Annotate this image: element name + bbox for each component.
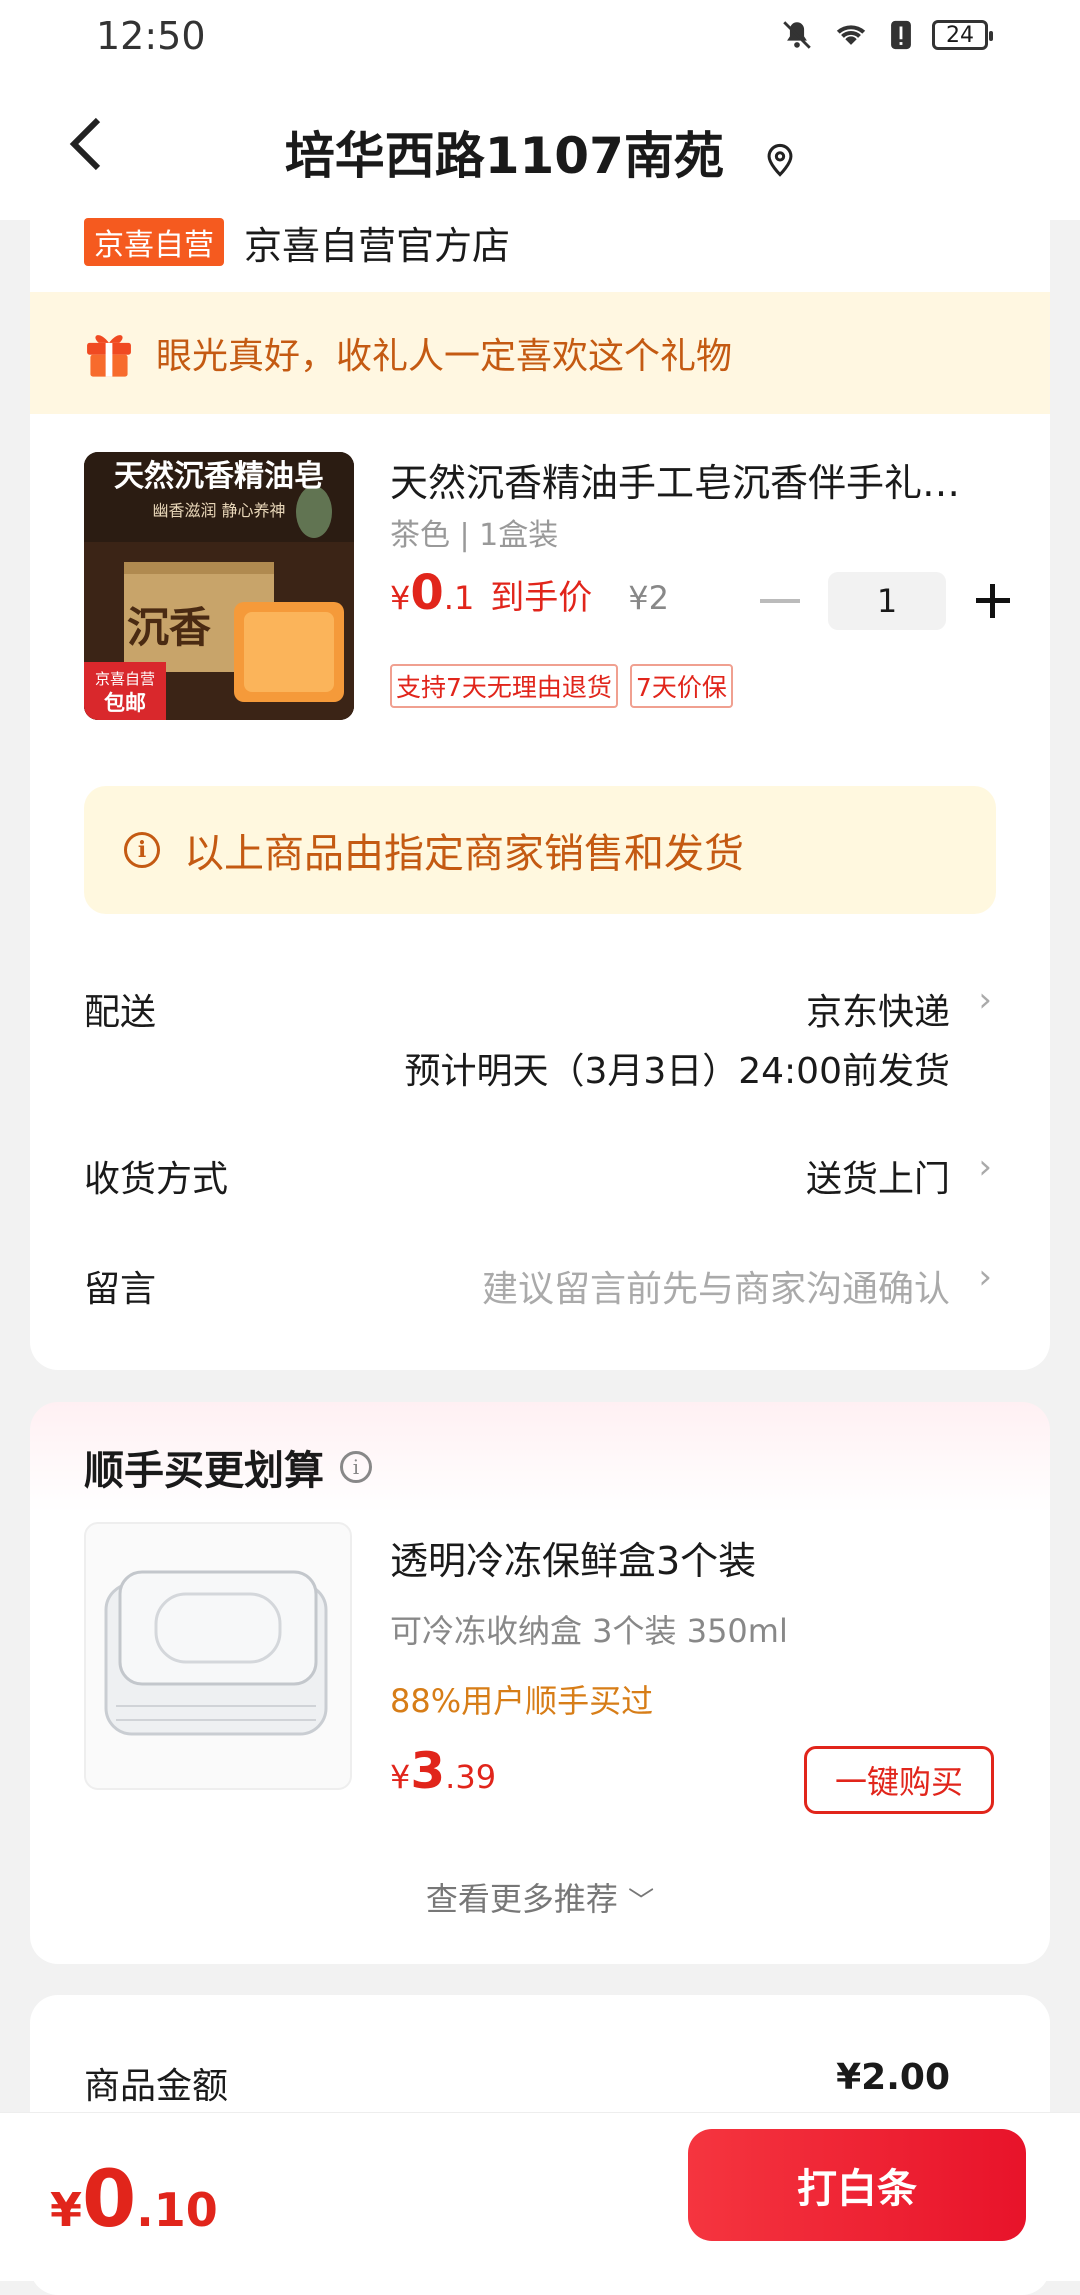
price-protect-badge: 7天价保 bbox=[629, 664, 733, 708]
delivery-chevron-icon[interactable]: › bbox=[978, 980, 992, 1020]
more-recommend-text: 查看更多推荐 bbox=[425, 1880, 618, 1918]
image-sub-text: 幽香滋润 静心养神 bbox=[152, 501, 285, 520]
header: 培华西路1107南苑 bbox=[0, 72, 1080, 220]
product-price: ¥ 0 .1 到手价 ¥2 bbox=[390, 565, 669, 621]
quantity-stepper: 1 bbox=[760, 572, 1010, 630]
status-time: 12:50 bbox=[96, 14, 206, 58]
recommend-item-pct: 88%用户顺手买过 bbox=[390, 1682, 654, 1720]
total-price-symbol: ¥ bbox=[50, 2183, 83, 2237]
quantity-input[interactable]: 1 bbox=[828, 572, 946, 630]
store-name: 京喜自营官方店 bbox=[244, 223, 511, 268]
gift-icon bbox=[87, 335, 131, 377]
price-dec: .1 bbox=[443, 579, 475, 617]
minus-icon[interactable] bbox=[760, 599, 800, 603]
chevron-down-icon: ﹀ bbox=[628, 1887, 655, 1917]
status-bar: 12:50 24 bbox=[0, 0, 1080, 72]
recommend-item-spec: 可冷冻收纳盒 3个装 350ml bbox=[390, 1612, 788, 1650]
product-image-art: 天然沉香精油皂 幽香滋润 静心养神 沉香 京喜自营 包邮 bbox=[84, 452, 354, 720]
store-tag: 京喜自营 bbox=[84, 218, 224, 266]
address-text: 培华西路1107南苑 bbox=[284, 127, 724, 185]
product-spec[interactable]: 茶色 | 1盒装 bbox=[390, 510, 558, 554]
info-icon[interactable]: i bbox=[340, 1451, 372, 1483]
total-price: ¥ 0 .10 bbox=[50, 2155, 218, 2245]
seller-notice-text: 以上商品由指定商家销售和发货 bbox=[184, 831, 744, 877]
container-box-art bbox=[104, 1570, 328, 1736]
image-box-text: 沉香 bbox=[127, 603, 211, 652]
message-label: 留言 bbox=[84, 1269, 157, 1310]
wifi-icon bbox=[836, 25, 866, 45]
status-icons: 24 bbox=[780, 18, 993, 52]
recommend-card: 顺手买更划算 i 透明冷冻保鲜盒3个装 可冷冻收纳盒 3个装 350ml 88%… bbox=[30, 1402, 1050, 1964]
receive-method-label: 收货方式 bbox=[84, 1159, 229, 1200]
product-image[interactable]: 天然沉香精油皂 幽香滋润 静心养神 沉香 京喜自营 包邮 bbox=[84, 452, 354, 720]
one-click-buy-button[interactable]: 一键购买 bbox=[804, 1746, 994, 1814]
recommend-item-image[interactable] bbox=[84, 1522, 352, 1790]
price-int: 0 bbox=[410, 565, 444, 621]
message-chevron-icon[interactable]: › bbox=[978, 1257, 992, 1297]
order-card: 京喜自营 京喜自营官方店 眼光真好，收礼人一定喜欢这个礼物 天然沉香精油皂 幽香… bbox=[30, 218, 1050, 1370]
delivery-label: 配送 bbox=[84, 992, 157, 1033]
image-badge-bottom: 包邮 bbox=[104, 691, 146, 715]
goods-amount-label: 商品金额 bbox=[84, 2066, 229, 2107]
recommend-item-title[interactable]: 透明冷冻保鲜盒3个装 bbox=[390, 1530, 756, 1585]
price-label: 到手价 bbox=[490, 578, 593, 618]
delivery-value[interactable]: 京东快递 bbox=[806, 983, 950, 1035]
seller-notice: i 以上商品由指定商家销售和发货 bbox=[84, 786, 996, 914]
rec-price-int: 3 bbox=[410, 1742, 446, 1800]
checkout-bar: ¥ 0 .10 打白条 bbox=[0, 2112, 1080, 2281]
price-symbol: ¥ bbox=[390, 579, 411, 617]
store-row[interactable]: 京喜自营 京喜自营官方店 bbox=[84, 218, 510, 268]
recommend-title-text: 顺手买更划算 bbox=[84, 1448, 324, 1494]
total-price-int: 0 bbox=[82, 2155, 137, 2245]
receive-method-chevron-icon[interactable]: › bbox=[978, 1147, 992, 1187]
delivery-estimate: 预计明天（3月3日）24:00前发货 bbox=[404, 1051, 950, 1092]
rec-price-symbol: ¥ bbox=[390, 1758, 411, 1796]
image-badge-top: 京喜自营 bbox=[95, 670, 155, 688]
original-price: ¥2 bbox=[628, 579, 670, 617]
gift-banner: 眼光真好，收礼人一定喜欢这个礼物 bbox=[30, 292, 1050, 414]
receive-method-value[interactable]: 送货上门 bbox=[806, 1150, 950, 1202]
battery-icon: 24 bbox=[932, 20, 993, 50]
product-title[interactable]: 天然沉香精油手工皂沉香伴手礼… bbox=[390, 452, 1000, 507]
pay-baitiao-button[interactable]: 打白条 bbox=[688, 2129, 1026, 2241]
total-price-dec: .10 bbox=[136, 2183, 218, 2237]
message-input[interactable]: 建议留言前先与商家沟通确认 bbox=[482, 1260, 950, 1312]
alert-icon bbox=[891, 20, 911, 50]
return-badge: 支持7天无理由退货 bbox=[390, 664, 618, 708]
mute-icon bbox=[783, 21, 811, 49]
plus-icon[interactable] bbox=[976, 584, 1010, 618]
address-title[interactable]: 培华西路1107南苑 bbox=[0, 116, 1080, 188]
goods-amount-value: ¥2.00 bbox=[836, 2057, 950, 2098]
gift-text: 眼光真好，收礼人一定喜欢这个礼物 bbox=[156, 336, 733, 377]
image-top-text: 天然沉香精油皂 bbox=[114, 459, 324, 494]
more-recommend-link[interactable]: 查看更多推荐 ﹀ bbox=[30, 1874, 1050, 1920]
recommend-title: 顺手买更划算 i bbox=[84, 1438, 372, 1496]
recommend-item-price: ¥ 3 .39 bbox=[390, 1742, 496, 1800]
service-badges: 支持7天无理由退货 7天价保 bbox=[390, 664, 733, 708]
location-pin-icon bbox=[767, 143, 793, 177]
rec-price-dec: .39 bbox=[445, 1758, 497, 1796]
info-icon: i bbox=[124, 832, 160, 868]
